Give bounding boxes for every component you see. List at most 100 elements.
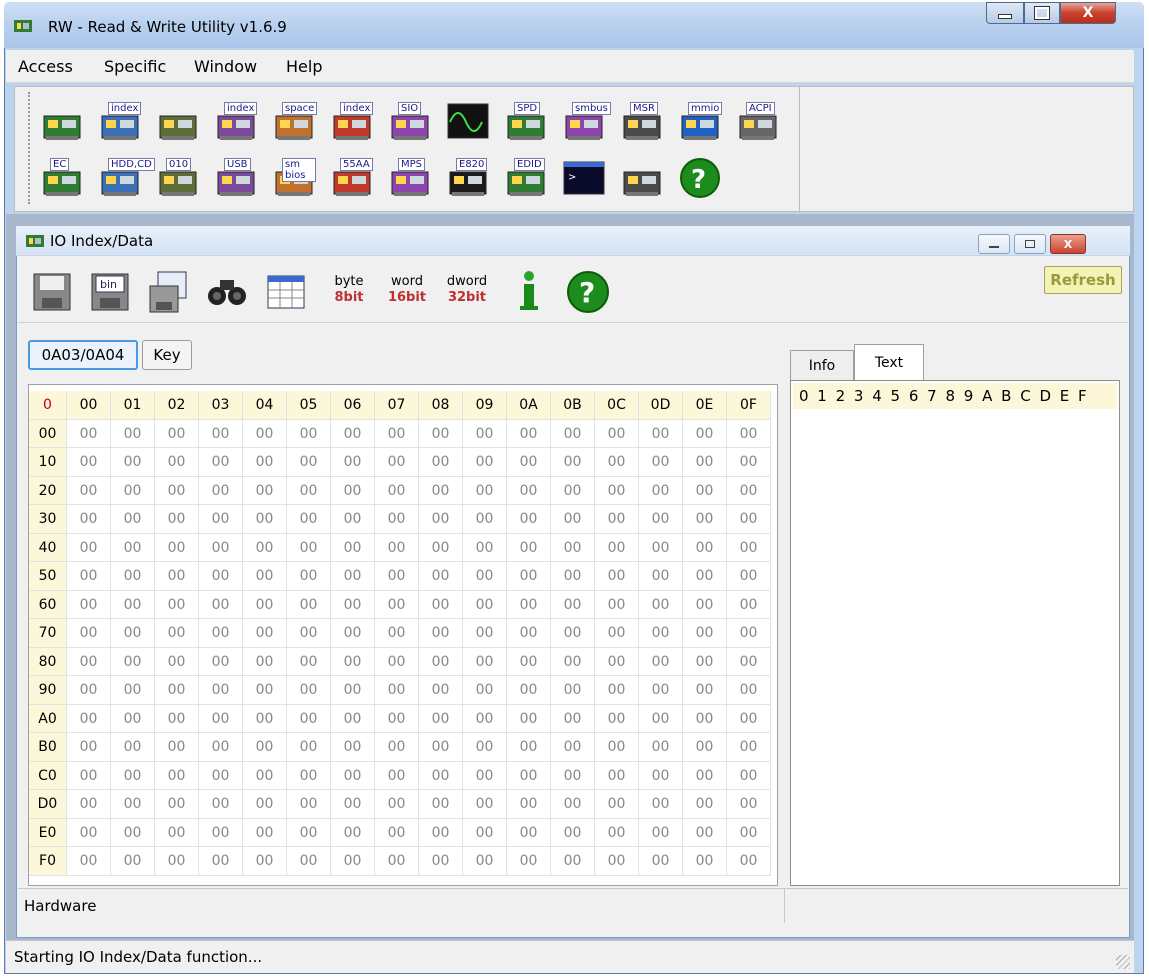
hex-cell[interactable]: 00 [199,590,243,619]
toolbar-55aa-button[interactable]: 55AA [330,156,374,198]
hex-cell[interactable]: 00 [67,476,111,505]
hex-cell[interactable]: 00 [199,847,243,876]
hex-cell[interactable]: 00 [155,562,199,591]
toolbar-mps-button[interactable]: MPS [388,156,432,198]
hex-cell[interactable]: 00 [639,761,683,790]
hex-cell[interactable]: 00 [683,562,727,591]
title-bar[interactable]: RW - Read & Write Utility v1.6.9 X [4,2,1144,48]
hex-cell[interactable]: 00 [683,533,727,562]
hex-cell[interactable]: 00 [507,704,551,733]
toolbar-e820-button[interactable]: E820 [446,156,490,198]
hex-cell[interactable]: 00 [463,647,507,676]
hex-cell[interactable]: 00 [419,761,463,790]
hex-cell[interactable]: 00 [727,476,771,505]
hex-cell[interactable]: 00 [287,476,331,505]
hex-cell[interactable]: 00 [463,562,507,591]
hex-cell[interactable]: 00 [199,647,243,676]
hex-cell[interactable]: 00 [507,761,551,790]
hex-cell[interactable]: 00 [287,818,331,847]
hex-cell[interactable]: 00 [331,476,375,505]
hex-cell[interactable]: 00 [111,533,155,562]
hex-cell[interactable]: 00 [419,505,463,534]
hex-cell[interactable]: 00 [639,818,683,847]
hex-cell[interactable]: 00 [111,676,155,705]
hex-cell[interactable]: 00 [111,647,155,676]
hex-cell[interactable]: 00 [595,676,639,705]
hex-cell[interactable]: 00 [419,790,463,819]
hex-cell[interactable]: 00 [683,448,727,477]
toolbar-acpi-button[interactable]: ACPI [736,100,780,142]
hex-cell[interactable]: 00 [287,647,331,676]
toolbar-pci-button[interactable] [40,100,84,142]
hex-cell[interactable]: 00 [111,733,155,762]
hex-cell[interactable]: 00 [551,533,595,562]
toolbar-ec-button[interactable]: EC [40,156,84,198]
hex-cell[interactable]: 00 [507,647,551,676]
hex-cell[interactable]: 00 [727,590,771,619]
hex-cell[interactable]: 00 [639,419,683,448]
hex-cell[interactable]: 00 [683,476,727,505]
toolbar-disk-010-button[interactable]: 010 [156,156,200,198]
hex-cell[interactable]: 00 [331,647,375,676]
hex-cell[interactable]: 00 [243,676,287,705]
toolbar-command-window-button[interactable]: > [562,156,606,198]
hex-cell[interactable]: 00 [463,676,507,705]
hex-cell[interactable]: 00 [67,847,111,876]
hex-cell[interactable]: 00 [375,562,419,591]
hex-cell[interactable]: 00 [331,562,375,591]
resize-grip[interactable] [1116,955,1130,969]
hex-cell[interactable]: 00 [463,419,507,448]
tab-info[interactable]: Info [790,350,854,380]
hex-cell[interactable]: 00 [419,419,463,448]
maximize-button[interactable] [1024,2,1060,24]
hex-cell[interactable]: 00 [595,847,639,876]
hex-cell[interactable]: 00 [683,419,727,448]
hex-cell[interactable]: 00 [595,505,639,534]
hex-cell[interactable]: 00 [67,676,111,705]
hex-cell[interactable]: 00 [595,419,639,448]
hex-cell[interactable]: 00 [155,647,199,676]
hex-cell[interactable]: 00 [331,761,375,790]
hex-cell[interactable]: 00 [331,505,375,534]
hex-cell[interactable]: 00 [551,647,595,676]
hex-cell[interactable]: 00 [595,761,639,790]
tab-text[interactable]: Text [854,344,924,380]
hex-cell[interactable]: 00 [551,448,595,477]
toolbar-usb-button[interactable]: USB [214,156,258,198]
hex-cell[interactable]: 00 [463,590,507,619]
hex-cell[interactable]: 00 [507,448,551,477]
hex-cell[interactable]: 00 [463,476,507,505]
save-button[interactable] [32,268,74,314]
hex-cell[interactable]: 00 [331,704,375,733]
hex-cell[interactable]: 00 [199,733,243,762]
find-button[interactable] [206,268,248,314]
toolbar-smbios-button[interactable]: sm bios [272,156,316,198]
hex-cell[interactable]: 00 [463,818,507,847]
hex-cell[interactable]: 00 [683,647,727,676]
hex-cell[interactable]: 00 [595,733,639,762]
toolbar-io-space-button[interactable]: space [272,100,318,142]
help-button[interactable]: ? [566,268,609,314]
toolbar-edid-button[interactable]: EDID [504,156,548,198]
hex-cell[interactable]: 00 [331,676,375,705]
hex-cell[interactable]: 00 [727,505,771,534]
hex-cell[interactable]: 00 [243,733,287,762]
hex-cell[interactable]: 00 [727,761,771,790]
hex-cell[interactable]: 00 [243,761,287,790]
hex-cell[interactable]: 00 [67,704,111,733]
hex-cell[interactable]: 00 [375,647,419,676]
hex-cell[interactable]: 00 [595,448,639,477]
toolbar-pci-index-button[interactable]: index [98,100,142,142]
hex-cell[interactable]: 00 [199,476,243,505]
hex-cell[interactable]: 00 [463,704,507,733]
hex-cell[interactable]: 00 [375,676,419,705]
toolbar-io-index-button[interactable]: index [330,100,374,142]
hex-cell[interactable]: 00 [683,505,727,534]
hex-cell[interactable]: 00 [507,533,551,562]
hex-cell[interactable]: 00 [551,619,595,648]
refresh-button[interactable]: Refresh [1044,266,1122,294]
hex-cell[interactable]: 00 [551,847,595,876]
hex-cell[interactable]: 00 [287,419,331,448]
hex-cell[interactable]: 00 [551,476,595,505]
hex-cell[interactable]: 00 [67,419,111,448]
